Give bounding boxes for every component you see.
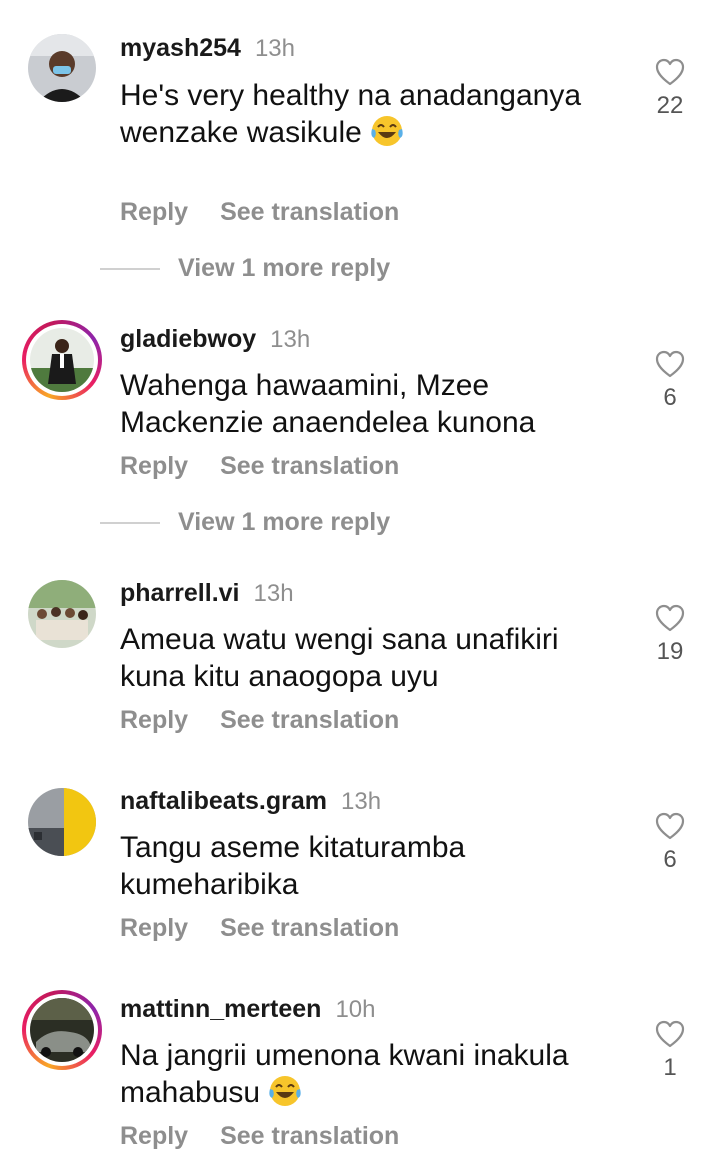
- like-count: 6: [663, 384, 677, 411]
- comment-time: 13h: [254, 35, 295, 62]
- like-button[interactable]: 1: [648, 1020, 692, 1082]
- like-count: 6: [663, 846, 677, 873]
- heart-outline-icon: [648, 812, 692, 840]
- like-count: 19: [656, 638, 684, 665]
- comment-text: Wahenga hawaamini, Mzee Mackenzie anaend…: [120, 369, 536, 439]
- avatar[interactable]: [22, 320, 102, 400]
- comment-time: 13h: [270, 326, 311, 353]
- view-more-replies-button[interactable]: View 1 more reply: [100, 508, 390, 537]
- comment-username[interactable]: naftalibeats.gram: [120, 787, 327, 816]
- heart-outline-icon: [648, 604, 692, 632]
- comment-text: Tangu aseme kitaturamba kumeharibika: [120, 831, 466, 901]
- comment-text: He's very healthy na anadanganya wenzake…: [120, 77, 620, 151]
- reply-button[interactable]: Reply: [120, 198, 188, 227]
- avatar[interactable]: [28, 788, 96, 856]
- heart-outline-icon: [648, 350, 692, 378]
- reply-button[interactable]: Reply: [120, 706, 188, 735]
- comment-username[interactable]: gladiebwoy: [120, 325, 256, 354]
- heart-outline-icon: [648, 58, 692, 86]
- comment-time: 10h: [335, 996, 376, 1023]
- comment-time: 13h: [341, 788, 382, 815]
- comment-time: 13h: [253, 580, 294, 607]
- view-more-replies-label: View 1 more reply: [178, 508, 391, 536]
- comment-username[interactable]: myash254: [120, 34, 241, 63]
- view-more-replies-button[interactable]: View 1 more reply: [100, 254, 390, 283]
- view-more-replies-label: View 1 more reply: [178, 254, 391, 282]
- comment-text: Ameua watu wengi sana unafikiri kuna kit…: [120, 623, 559, 693]
- see-translation-button[interactable]: See translation: [220, 706, 399, 735]
- divider: [100, 521, 160, 524]
- like-button[interactable]: 6: [648, 350, 692, 412]
- avatar[interactable]: [22, 990, 102, 1070]
- laughing-emoji-icon: [370, 116, 404, 149]
- like-count: 22: [656, 92, 684, 119]
- see-translation-button[interactable]: See translation: [220, 914, 399, 943]
- comment-text-body: Na jangrii umenona kwani inakula mahabus…: [120, 1039, 569, 1109]
- like-count: 1: [663, 1054, 677, 1081]
- avatar[interactable]: [28, 34, 96, 102]
- reply-button[interactable]: Reply: [120, 914, 188, 943]
- heart-outline-icon: [648, 1020, 692, 1048]
- divider: [100, 267, 160, 270]
- comment-username[interactable]: mattinn_merteen: [120, 995, 321, 1024]
- see-translation-button[interactable]: See translation: [220, 1122, 399, 1151]
- like-button[interactable]: 22: [648, 58, 692, 120]
- like-button[interactable]: 6: [648, 812, 692, 874]
- reply-button[interactable]: Reply: [120, 452, 188, 481]
- reply-button[interactable]: Reply: [120, 1122, 188, 1151]
- comment-username[interactable]: pharrell.vi: [120, 579, 240, 608]
- see-translation-button[interactable]: See translation: [220, 452, 399, 481]
- laughing-emoji-icon: [260, 1076, 302, 1109]
- like-button[interactable]: 19: [648, 604, 692, 666]
- comment-text: Na jangrii umenona kwani inakula mahabus…: [120, 1037, 620, 1111]
- avatar[interactable]: [28, 580, 96, 648]
- comment-text-body: He's very healthy na anadanganya wenzake…: [120, 79, 582, 149]
- see-translation-button[interactable]: See translation: [220, 198, 399, 227]
